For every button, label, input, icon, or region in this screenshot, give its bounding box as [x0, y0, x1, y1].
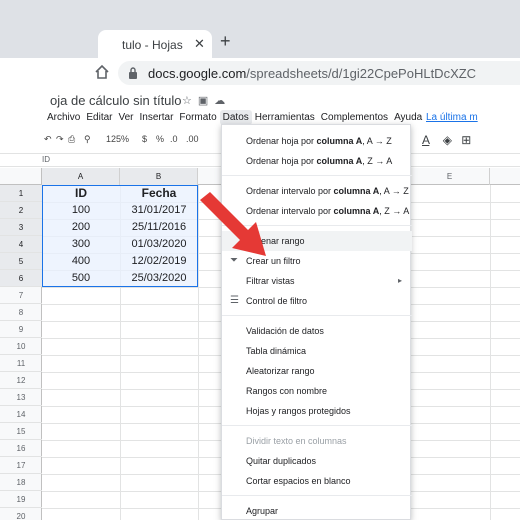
cell-a5[interactable]: 400	[42, 253, 120, 270]
menu-ayuda[interactable]: Ayuda	[391, 110, 425, 125]
row-header-3[interactable]: 3	[0, 219, 42, 236]
row-header-16[interactable]: 16	[0, 440, 42, 457]
tab-title: tulo - Hojas	[122, 38, 183, 52]
menu-item-randomize-range[interactable]: Aleatorizar rango	[222, 361, 412, 381]
text-color-icon[interactable]: A	[422, 133, 429, 147]
menu-archivo[interactable]: Archivo	[44, 110, 83, 125]
row-header-4[interactable]: 4	[0, 236, 42, 253]
menu-item-pivot-table[interactable]: Tabla dinámica	[222, 341, 412, 361]
menu-item-sort-sheet-za[interactable]: Ordenar hoja por columna A, Z → A	[222, 151, 412, 171]
row-header-20[interactable]: 20	[0, 508, 42, 520]
zoom-select[interactable]: 125%	[106, 134, 129, 144]
menu-item-data-validation[interactable]: Validación de datos	[222, 321, 412, 341]
menu-item-remove-duplicates[interactable]: Quitar duplicados	[222, 451, 412, 471]
lock-icon	[129, 67, 137, 79]
increase-decimals-button[interactable]: .00	[186, 134, 199, 144]
browser-toolbar: docs.google.com/spreadsheets/d/1gi22CpeP…	[0, 58, 520, 88]
currency-button[interactable]: $	[142, 134, 147, 144]
row-header-11[interactable]: 11	[0, 355, 42, 372]
browser-tabstrip: tulo - Hojas ✕ +	[0, 0, 520, 58]
filter-control-icon: ☰	[230, 295, 239, 306]
menu-separator	[222, 495, 412, 496]
menu-datos[interactable]: Datos	[219, 110, 252, 125]
cell-a6[interactable]: 500	[42, 270, 120, 287]
datos-menu: Ordenar hoja por columna A, A → Z Ordena…	[221, 124, 412, 520]
row-header-15[interactable]: 15	[0, 423, 42, 440]
menu-item-group[interactable]: Agrupar	[222, 501, 412, 520]
menu-item-protected-ranges[interactable]: Hojas y rangos protegidos	[222, 401, 412, 421]
select-all-corner[interactable]	[0, 168, 42, 185]
undo-icon[interactable]: ↶	[44, 134, 52, 145]
menu-ver[interactable]: Ver	[115, 110, 136, 125]
menu-complementos[interactable]: Complementos	[318, 110, 391, 125]
cell-a1[interactable]: ID	[42, 185, 120, 202]
row-header-19[interactable]: 19	[0, 491, 42, 508]
cell-a2[interactable]: 100	[42, 202, 120, 219]
borders-icon[interactable]: ⊞	[461, 133, 471, 147]
menu-item-filter-control[interactable]: ☰ Control de filtro	[222, 291, 412, 311]
menu-separator	[222, 315, 412, 316]
row-header-7[interactable]: 7	[0, 287, 42, 304]
menu-item-sort-sheet-az[interactable]: Ordenar hoja por columna A, A → Z	[222, 131, 412, 151]
home-icon[interactable]	[94, 64, 110, 80]
percent-button[interactable]: %	[156, 134, 164, 144]
row-header-13[interactable]: 13	[0, 389, 42, 406]
row-header-6[interactable]: 6	[0, 270, 42, 287]
menu-editar[interactable]: Editar	[83, 110, 115, 125]
column-header-a[interactable]: A	[42, 168, 120, 185]
column-header-e[interactable]: E	[410, 168, 490, 185]
row-header-1[interactable]: 1	[0, 185, 42, 202]
print-icon[interactable]: ⎙	[68, 134, 75, 145]
menu-item-filter-views[interactable]: Filtrar vistas ▸	[222, 271, 412, 291]
cell-b1[interactable]: Fecha	[120, 185, 198, 202]
submenu-arrow-icon: ▸	[397, 276, 402, 285]
row-header-10[interactable]: 10	[0, 338, 42, 355]
folder-icon[interactable]: ▣	[198, 95, 214, 107]
last-edit-link[interactable]: La última m	[426, 112, 478, 123]
menu-separator	[222, 175, 412, 176]
row-header-17[interactable]: 17	[0, 457, 42, 474]
menu-item-split-text: Dividir texto en columnas	[246, 436, 347, 446]
cell-b4[interactable]: 01/03/2020	[120, 236, 198, 253]
star-icon[interactable]: ☆	[182, 95, 198, 107]
browser-tab[interactable]: tulo - Hojas ✕	[98, 30, 212, 58]
document-title[interactable]: oja de cálculo sin título	[50, 93, 182, 108]
cell-b6[interactable]: 25/03/2020	[120, 270, 198, 287]
fill-color-icon[interactable]: ◈	[443, 133, 452, 147]
redo-icon[interactable]: ↷	[56, 134, 64, 145]
menu-insertar[interactable]: Insertar	[137, 110, 177, 125]
menu-herramientas[interactable]: Herramientas	[252, 110, 318, 125]
decrease-decimals-button[interactable]: .0	[170, 134, 178, 144]
column-header-b[interactable]: B	[120, 168, 198, 185]
menu-formato[interactable]: Formato	[176, 110, 219, 125]
cell-b5[interactable]: 12/02/2019	[120, 253, 198, 270]
tab-close-icon[interactable]: ✕	[194, 36, 205, 52]
name-box[interactable]: ID	[42, 155, 50, 164]
title-icons: ☆▣☁	[182, 94, 231, 107]
cell-a3[interactable]: 200	[42, 219, 120, 236]
cell-b3[interactable]: 25/11/2016	[120, 219, 198, 236]
cell-a4[interactable]: 300	[42, 236, 120, 253]
arrow-pointer	[200, 192, 266, 256]
row-header-12[interactable]: 12	[0, 372, 42, 389]
url-text: docs.google.com/spreadsheets/d/1gi22CpeP…	[148, 66, 477, 81]
row-header-2[interactable]: 2	[0, 202, 42, 219]
row-header-9[interactable]: 9	[0, 321, 42, 338]
cell-b2[interactable]: 31/01/2017	[120, 202, 198, 219]
menu-item-trim-whitespace[interactable]: Cortar espacios en blanco	[222, 471, 412, 491]
right-tools: A ◈ ⊞	[422, 133, 471, 147]
row-header-18[interactable]: 18	[0, 474, 42, 491]
new-tab-button[interactable]: +	[220, 31, 231, 52]
row-header-14[interactable]: 14	[0, 406, 42, 423]
row-header-8[interactable]: 8	[0, 304, 42, 321]
cloud-icon: ☁	[214, 95, 232, 107]
row-header-5[interactable]: 5	[0, 253, 42, 270]
menu-item-named-ranges[interactable]: Rangos con nombre	[222, 381, 412, 401]
menu-separator	[222, 425, 412, 426]
address-bar[interactable]: docs.google.com/spreadsheets/d/1gi22CpeP…	[118, 61, 520, 85]
paint-format-icon[interactable]: ⚲	[84, 134, 91, 145]
